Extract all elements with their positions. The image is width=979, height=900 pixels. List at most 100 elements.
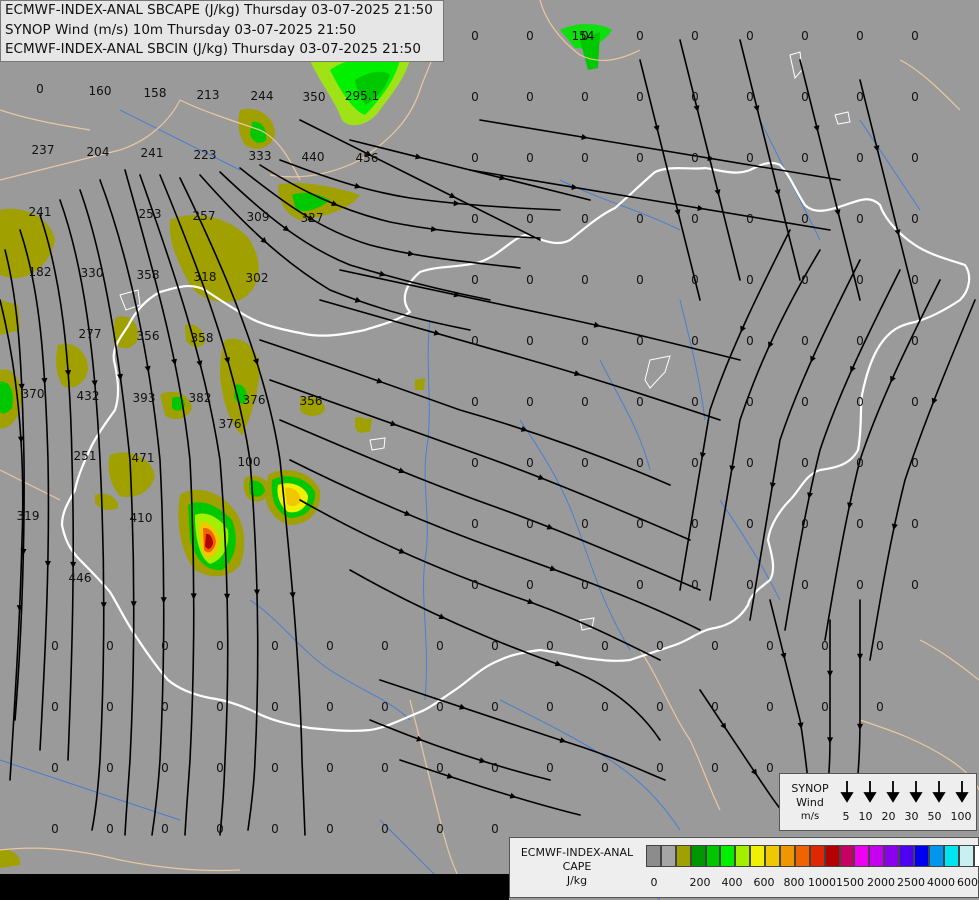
cin-zero-value: 0 [491,822,499,836]
cin-value: 241 [29,205,52,219]
cape-tick-label: 400 [721,876,743,889]
cin-zero-value: 0 [106,700,114,714]
cin-zero-value: 0 [911,456,919,470]
cape-swatch [809,845,825,867]
streamline [319,299,721,421]
cin-value: 358 [191,331,214,345]
cape-tick-label: 2000 [867,876,895,889]
cin-value: 277 [79,327,102,341]
cin-zero-value: 0 [546,639,554,653]
wind-legend-value: 10 [858,810,873,823]
wind-arrow-icon [769,482,776,489]
cin-zero-value: 0 [326,639,334,653]
map-canvas: 0 160 158 213 244 350 295.1 237 204 241 223 333 440 4… [0,0,979,900]
wind-arrow-icon [253,589,260,596]
cin-zero-value: 0 [381,761,389,775]
cin-zero-value: 0 [746,90,754,104]
cin-value: 350 [303,90,326,104]
cin-zero-value: 0 [856,212,864,226]
cin-zero-value: 0 [581,334,589,348]
wind-arrow-icon [407,250,415,257]
cin-zero-value: 0 [471,29,479,43]
cin-value: 160 [89,84,112,98]
cape-legend-title-line1: ECMWF-INDEX-ANAL [520,846,634,859]
cape-swatch [884,845,900,867]
cin-value: 370 [22,387,45,401]
cin-zero-value: 0 [51,700,59,714]
cin-zero-value: 0 [856,151,864,165]
cape-tick-label: 600 [753,876,775,889]
header-line-sbcin: ECMWF-INDEX-ANAL SBCIN (J/kg) Thursday 0… [5,41,421,57]
cin-zero-value: 0 [526,273,534,287]
wind-arrow-icon [697,205,704,211]
cin-zero-value: 0 [471,517,479,531]
cape-legend: ECMWF-INDEX-ANAL CAPE J/kg 0 200 400 600 800… [509,837,979,898]
cin-value: 319 [17,509,40,523]
cin-zero-value: 0 [601,761,609,775]
cin-zero-value: 0 [911,151,919,165]
wind-arrow-icon [289,592,296,599]
cin-zero-value: 0 [526,395,534,409]
cin-zero-value: 0 [271,822,279,836]
cin-zero-value: 0 [436,822,444,836]
cin-zero-value: 0 [801,456,809,470]
cin-value: 358 [137,268,160,282]
cin-zero-value: 0 [691,212,699,226]
cape-tick-label: 6000 [957,876,979,889]
wind-arrow-icon [144,365,151,373]
wind-legend: SYNOP Wind m/s 5 10 20 30 50 100 [779,773,977,831]
cin-zero-value: 0 [581,578,589,592]
wind-arrow-icon [571,184,578,190]
wind-arrow-icon [160,597,167,604]
cin-zero-value: 0 [471,395,479,409]
wind-legend-value: 5 [842,810,850,823]
wind-arrow-icon [41,377,48,385]
wind-legend-values: 5 10 20 30 50 100 [838,810,976,823]
cin-value: 237 [32,143,55,157]
cin-zero-value: 0 [526,90,534,104]
cape-tick-label: 0 [650,876,658,889]
cin-zero-value: 0 [216,822,224,836]
cin-zero-value: 0 [581,151,589,165]
cin-zero-value: 0 [471,90,479,104]
cin-zero-value: 0 [746,395,754,409]
cape-swatch [943,845,959,867]
wind-arrow-icon [827,737,834,744]
cin-zero-value: 0 [656,700,664,714]
streamline [854,599,861,801]
wind-arrow-icon [891,523,898,531]
cin-zero-value: 0 [51,639,59,653]
cin-value: 318 [194,270,217,284]
cin-zero-value: 0 [711,639,719,653]
cin-zero-value: 0 [766,761,774,775]
cin-zero-value: 0 [581,517,589,531]
cin-zero-value: 0 [216,761,224,775]
wind-legend-title: SYNOP Wind m/s [782,782,838,824]
cin-zero-value: 0 [911,395,919,409]
wind-arrow-icon [171,358,177,366]
cin-zero-value: 0 [636,212,644,226]
cin-zero-value: 0 [656,639,664,653]
cin-zero-value: 0 [746,273,754,287]
cin-zero-value: 0 [216,639,224,653]
cin-zero-value: 0 [746,578,754,592]
cin-value: 333 [249,149,272,163]
cin-value: 440 [302,150,325,164]
streamline [799,59,861,301]
cin-zero-value: 0 [856,334,864,348]
cin-zero-value: 0 [746,334,754,348]
cin-zero-value: 0 [636,395,644,409]
wind-arrow-icon [390,420,397,427]
cin-zero-value: 0 [746,212,754,226]
cin-zero-value: 0 [436,639,444,653]
cape-swatch [854,845,870,867]
cin-zero-value: 0 [801,212,809,226]
cin-zero-value: 0 [526,334,534,348]
arrow-down-icon [840,792,854,803]
cin-zero-value: 0 [876,700,884,714]
cin-zero-value: 0 [911,334,919,348]
cin-zero-value: 0 [766,700,774,714]
cin-zero-value: 0 [636,578,644,592]
cin-zero-value: 0 [801,90,809,104]
cin-zero-value: 0 [106,761,114,775]
